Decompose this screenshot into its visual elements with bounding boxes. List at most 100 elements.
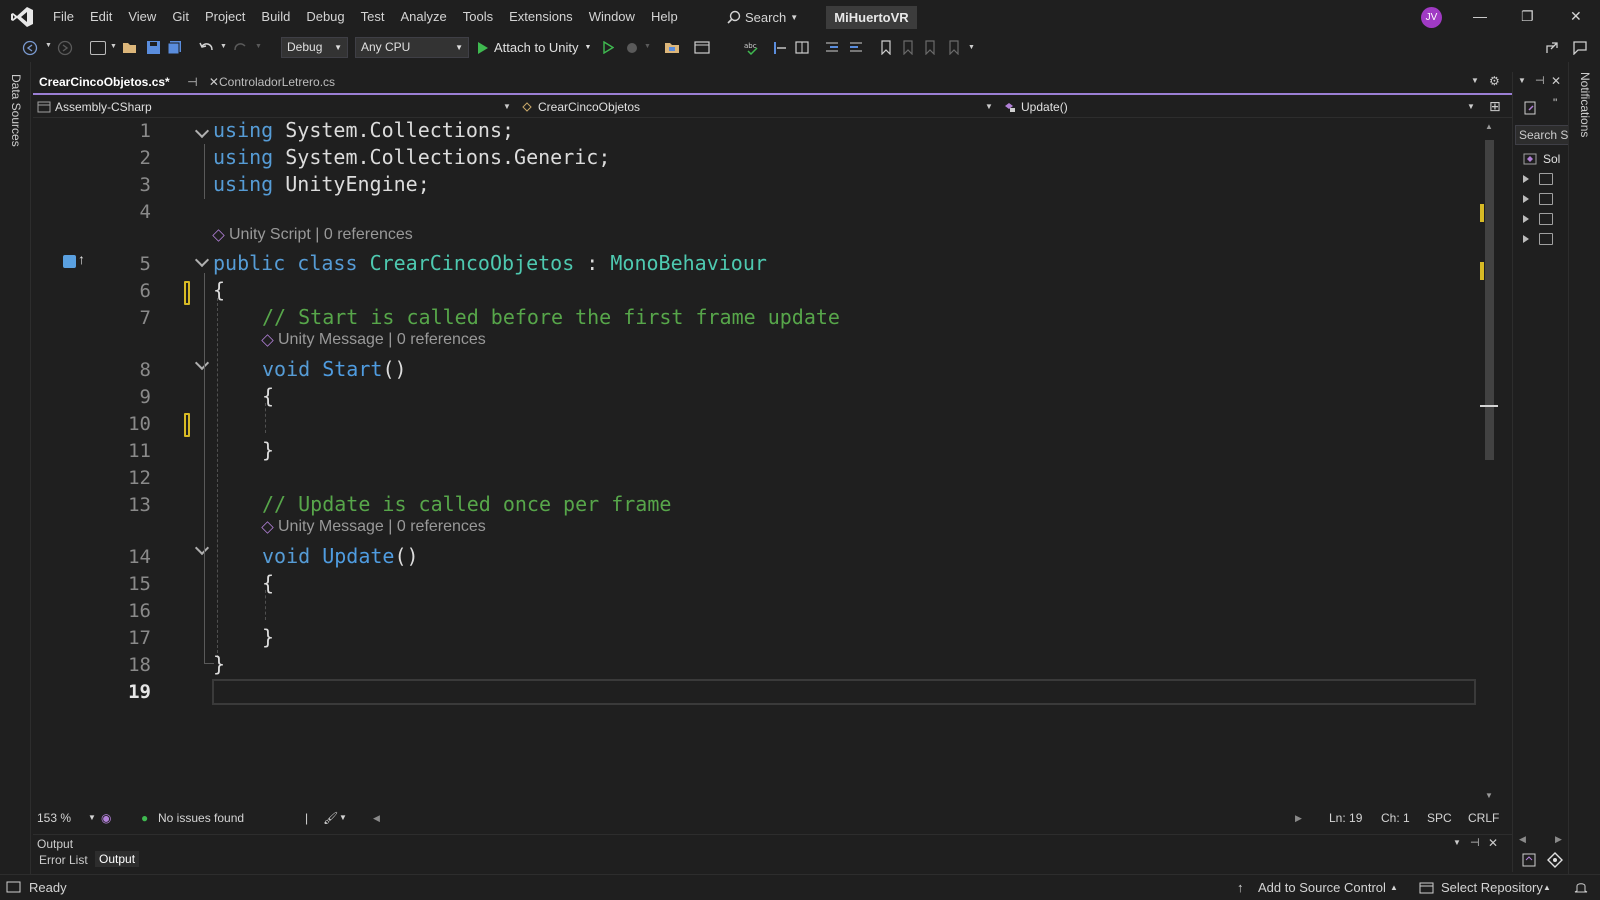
fold-toggle-icon[interactable] xyxy=(194,252,210,268)
menu-tools[interactable]: Tools xyxy=(455,0,501,34)
codelens-update-references[interactable]: Unity Message | 0 references xyxy=(261,518,486,536)
redo-icon[interactable] xyxy=(233,40,249,55)
menu-file[interactable]: File xyxy=(45,0,82,34)
unity-class-marker-icon[interactable] xyxy=(63,255,76,268)
attach-to-unity-button[interactable]: Attach to Unity ▼ xyxy=(478,37,591,58)
zoom-level[interactable]: 153 % xyxy=(37,811,71,825)
hot-reload-icon[interactable] xyxy=(624,40,640,55)
close-icon[interactable]: ✕ xyxy=(1570,8,1582,25)
platform-dropdown[interactable]: Any CPU ▼ xyxy=(355,37,469,58)
chevron-down-icon[interactable]: ▼ xyxy=(220,43,227,50)
column-indicator[interactable]: Ch: 1 xyxy=(1381,811,1410,825)
menu-test[interactable]: Test xyxy=(353,0,393,34)
bookmark-icon[interactable] xyxy=(880,40,892,55)
git-changes-tab-icon[interactable] xyxy=(1547,852,1563,868)
member-dropdown[interactable]: Update() xyxy=(1003,96,1068,118)
tab-crearcincoobjetos[interactable]: CrearCincoObjetos.cs* ⊣ ✕ xyxy=(33,72,225,93)
menu-build[interactable]: Build xyxy=(253,0,298,34)
chevron-down-icon[interactable]: ▼ xyxy=(1467,96,1475,118)
new-project-icon[interactable] xyxy=(90,41,106,55)
configuration-dropdown[interactable]: Debug ▼ xyxy=(281,37,348,58)
tab-controladorletrero[interactable]: ControladorLetrero.cs xyxy=(213,72,341,93)
menu-project[interactable]: Project xyxy=(197,0,253,34)
chevron-down-icon[interactable]: ▼ xyxy=(503,96,511,118)
pin-icon[interactable]: ⊣ xyxy=(1535,74,1545,87)
line-indicator[interactable]: Ln: 19 xyxy=(1329,811,1362,825)
class-dropdown[interactable]: CrearCincoObjetos xyxy=(520,96,640,118)
tab-output[interactable]: Output xyxy=(95,851,140,867)
chevron-down-icon[interactable]: ▼ xyxy=(1453,838,1461,847)
step-into-icon[interactable] xyxy=(772,40,788,55)
search-button[interactable]: Search ▼ xyxy=(727,6,798,28)
menu-git[interactable]: Git xyxy=(164,0,197,34)
clear-bookmarks-icon[interactable] xyxy=(948,40,960,55)
editor-vertical-scrollbar[interactable]: ▲ ▼ xyxy=(1480,118,1498,808)
bell-icon[interactable] xyxy=(1574,880,1588,895)
tab-list-dropdown-icon[interactable]: ▼ xyxy=(1471,76,1479,85)
save-icon[interactable] xyxy=(146,40,161,55)
menu-edit[interactable]: Edit xyxy=(82,0,120,34)
close-icon[interactable]: ✕ xyxy=(1488,836,1498,850)
menu-help[interactable]: Help xyxy=(643,0,686,34)
scroll-right-icon[interactable]: ▶ xyxy=(1555,834,1562,845)
chevron-up-icon[interactable]: ▲ xyxy=(1390,883,1398,892)
split-editor-icon[interactable]: ⊞ xyxy=(1489,98,1501,115)
start-without-debugging-button[interactable] xyxy=(602,40,615,57)
notifications-tab[interactable]: Notifications xyxy=(1578,72,1592,137)
project-row[interactable] xyxy=(1523,230,1553,248)
menu-window[interactable]: Window xyxy=(581,0,643,34)
menu-extensions[interactable]: Extensions xyxy=(501,0,581,34)
tab-error-list[interactable]: Error List xyxy=(39,853,88,867)
scroll-right-icon[interactable]: ▶ xyxy=(1295,813,1302,824)
scroll-up-icon[interactable]: ▲ xyxy=(1485,122,1493,131)
visual-studio-logo-icon[interactable] xyxy=(10,6,34,28)
fold-toggle-icon[interactable] xyxy=(194,540,210,556)
fold-toggle-icon[interactable] xyxy=(194,123,210,139)
project-row[interactable] xyxy=(1523,190,1553,208)
toolbar-overflow-icon[interactable]: ▼ xyxy=(968,44,975,51)
codelens-start-references[interactable]: Unity Message | 0 references xyxy=(261,331,486,349)
copilot-icon[interactable]: ◉ xyxy=(101,811,111,825)
expand-arrow-icon[interactable] xyxy=(1523,175,1529,183)
chevron-down-icon[interactable]: ▼ xyxy=(644,43,651,50)
pin-icon[interactable]: ⊣ xyxy=(1470,836,1480,849)
output-window-icon[interactable] xyxy=(6,881,21,894)
pin-icon[interactable]: ⊣ xyxy=(187,75,197,89)
add-to-source-control-button[interactable]: Add to Source Control xyxy=(1258,880,1386,895)
chevron-up-icon[interactable]: ▲ xyxy=(1543,883,1551,892)
project-row[interactable] xyxy=(1523,210,1553,228)
save-all-icon[interactable] xyxy=(167,40,182,55)
menu-view[interactable]: View xyxy=(120,0,164,34)
code-cleanup-icon[interactable]: 🖌 xyxy=(323,811,338,825)
chevron-down-icon[interactable]: ▼ xyxy=(339,813,347,822)
browse-folder-icon[interactable] xyxy=(664,40,680,55)
expand-arrow-icon[interactable] xyxy=(1523,195,1529,203)
solution-root-row[interactable]: Sol xyxy=(1523,150,1560,168)
feedback-icon[interactable] xyxy=(1572,40,1588,55)
project-dropdown[interactable]: Assembly-CSharp xyxy=(37,96,152,118)
line-ending-indicator[interactable]: CRLF xyxy=(1468,811,1499,825)
chevron-down-icon[interactable]: ▼ xyxy=(88,813,96,822)
chevron-down-icon[interactable]: ▼ xyxy=(1518,76,1526,85)
scroll-left-icon[interactable]: ◀ xyxy=(1519,834,1526,845)
scrollbar-thumb[interactable] xyxy=(1485,140,1494,460)
avatar[interactable]: JV xyxy=(1421,7,1442,28)
window-layout-icon[interactable] xyxy=(694,40,710,55)
forward-icon[interactable] xyxy=(57,40,73,56)
chevron-down-icon[interactable]: ▼ xyxy=(110,43,117,50)
menu-debug[interactable]: Debug xyxy=(298,0,352,34)
repository-icon[interactable] xyxy=(1419,881,1434,894)
solution-name-badge[interactable]: MiHuertoVR xyxy=(826,6,917,29)
indent-icon[interactable] xyxy=(824,40,840,55)
spell-check-icon[interactable]: abc xyxy=(744,40,760,55)
gear-icon[interactable]: ⚙ xyxy=(1489,74,1500,88)
previous-bookmark-icon[interactable] xyxy=(902,40,914,55)
close-icon[interactable]: ✕ xyxy=(1551,74,1561,88)
whitespace-indicator[interactable]: SPC xyxy=(1427,811,1452,825)
scroll-left-icon[interactable]: ◀ xyxy=(373,813,380,824)
chevron-down-icon[interactable]: ▼ xyxy=(45,42,52,49)
codelens-class-references[interactable]: Unity Script | 0 references xyxy=(212,226,413,244)
back-icon[interactable] xyxy=(22,40,38,56)
fold-toggle-icon[interactable] xyxy=(194,355,210,371)
chevron-down-icon[interactable]: ▼ xyxy=(255,43,262,50)
